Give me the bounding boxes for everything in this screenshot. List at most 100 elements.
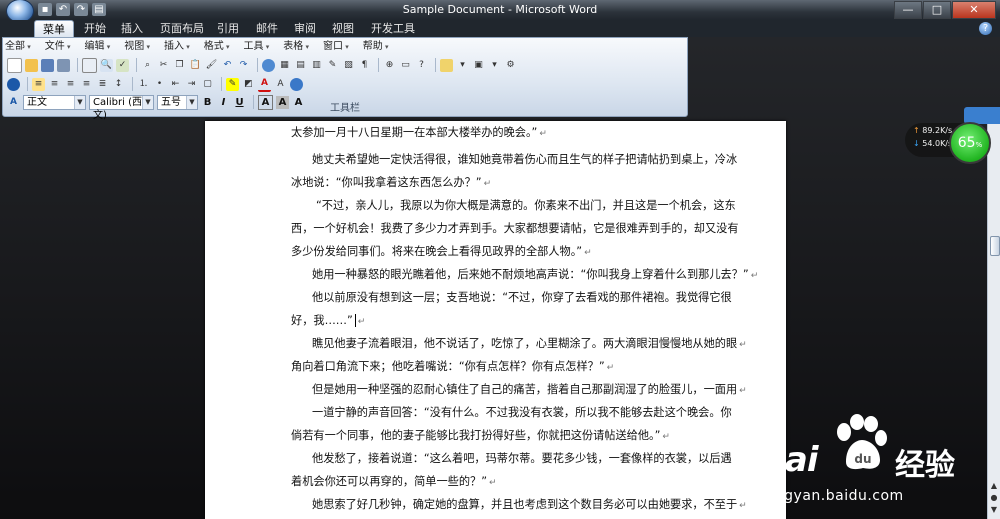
save-icon[interactable] xyxy=(41,58,54,72)
bullets-icon[interactable]: • xyxy=(153,78,166,91)
drawing-icon[interactable]: ✎ xyxy=(326,59,339,72)
menu-all[interactable]: 全部 xyxy=(5,40,31,54)
research-icon[interactable]: ⌕ xyxy=(141,59,154,72)
window-controls: — □ ✕ xyxy=(893,1,996,19)
increase-indent-icon[interactable]: ⇥ xyxy=(185,78,198,91)
align-center-icon[interactable]: ≡ xyxy=(48,78,61,91)
help-icon[interactable]: ? xyxy=(979,22,992,35)
gallery-icon[interactable]: ▣ xyxy=(472,59,485,72)
columns-icon[interactable]: ▥ xyxy=(310,59,323,72)
ribbon-tabs: 菜单 开始 插入 页面布局 引用 邮件 审阅 视图 开发工具 ? xyxy=(0,20,1000,38)
menu-table[interactable]: 表格 xyxy=(283,40,309,54)
text-line[interactable]: 一道宁静的声音回答：“没有什么。不过我没有衣裳，所以我不能够去赴这个晚会。你 xyxy=(312,404,732,420)
text-line[interactable]: 但是她用一种坚强的忍耐心镇住了自己的痛苦，揩着自己那副润湿了的脸蛋儿，一面用 ↵ xyxy=(312,381,747,397)
format-painter-icon[interactable]: 🖌 xyxy=(205,59,218,72)
print-icon[interactable] xyxy=(82,57,97,73)
window-title: Sample Document - Microsoft Word xyxy=(402,3,598,16)
text-cursor xyxy=(354,314,356,327)
tab-mailings[interactable]: 邮件 xyxy=(256,20,278,37)
text-line[interactable]: “不过，亲人儿，我原以为你大概是满意的。你素来不出门，并且这是一个机会，这东 xyxy=(316,197,736,213)
help-icon[interactable]: ? xyxy=(415,59,428,72)
tab-insert[interactable]: 插入 xyxy=(121,20,143,37)
align-right-icon[interactable]: ≡ xyxy=(64,78,77,91)
border-icon[interactable]: ▢ xyxy=(201,78,214,91)
text-line[interactable]: 他发愁了，接着说道：“这么着吧，玛蒂尔蒂。要花多少钱，一套像样的衣裳，以后遇 xyxy=(312,450,732,466)
highlight-icon[interactable]: ✎ xyxy=(226,77,239,91)
spelling-icon[interactable]: ✓ xyxy=(116,58,129,72)
text-line[interactable]: 瞧见他妻子流着眼泪，他不说话了，吃惊了，心里糊涂了。两大滴眼泪慢慢地从她的眼 ↵ xyxy=(312,335,747,351)
text-line[interactable]: 她用一种暴怒的眼光瞧着他，后来她不耐烦地高声说：“你叫我身上穿着什么到那儿去？”… xyxy=(312,266,758,282)
text-line[interactable]: 好，我……” ↵ xyxy=(291,312,365,328)
folder-icon[interactable] xyxy=(440,58,453,72)
toolbar-separator xyxy=(132,77,133,91)
text-line[interactable]: 太参加一月十八日星期一在本部大楼举办的晚会。” ↵ xyxy=(291,124,547,140)
excel-icon[interactable]: ▤ xyxy=(294,59,307,72)
tab-home[interactable]: 开始 xyxy=(84,20,106,37)
memory-gauge[interactable]: 65% xyxy=(949,122,991,164)
tab-menu[interactable]: 菜单 xyxy=(34,20,74,38)
copy-icon[interactable]: ❐ xyxy=(173,59,186,72)
toolbar-separator xyxy=(77,58,78,72)
menu-window[interactable]: 窗口 xyxy=(323,40,349,54)
globe-icon[interactable] xyxy=(7,77,20,91)
styles-icon[interactable]: ▾ xyxy=(488,59,501,72)
close-button[interactable]: ✕ xyxy=(952,1,996,19)
minimize-button[interactable]: — xyxy=(894,1,922,19)
classic-menu-bar: 全部 文件 编辑 视图 插入 格式 工具 表格 窗口 帮助 xyxy=(5,40,403,54)
toolbar-separator xyxy=(136,58,137,72)
text-line[interactable]: 角向着口角流下来；他吃着嘴说：“你有点怎样？你有点怎样？” ↵ xyxy=(291,358,614,374)
text-line[interactable]: 着机会你还可以再穿的，简单一些的？” ↵ xyxy=(291,473,497,489)
text-line[interactable]: 她思索了好几秒钟，确定她的盘算，并且也考虑到这个数目务必可以由她要求，不至于 ↵ xyxy=(312,496,747,512)
distribute-icon[interactable]: ≣ xyxy=(96,78,109,91)
save-as-icon[interactable] xyxy=(57,58,70,72)
show-marks-icon[interactable]: ¶ xyxy=(358,59,371,72)
menu-help[interactable]: 帮助 xyxy=(363,40,389,54)
text-line[interactable]: 冰地说：“你叫我拿着这东西怎么办？” ↵ xyxy=(291,174,491,190)
maximize-button[interactable]: □ xyxy=(923,1,951,19)
open-folder-icon[interactable] xyxy=(25,58,38,72)
menu-format[interactable]: 格式 xyxy=(204,40,230,54)
cut-icon[interactable]: ✂ xyxy=(157,59,170,72)
menu-view[interactable]: 视图 xyxy=(124,40,150,54)
menu-insert[interactable]: 插入 xyxy=(164,40,190,54)
menu-file[interactable]: 文件 xyxy=(45,40,71,54)
scrollbar-thumb[interactable] xyxy=(990,236,1000,256)
baidu-watermark: du Bai 经验 jingyan.baidu.com xyxy=(760,412,996,512)
tab-view[interactable]: 视图 xyxy=(332,20,354,37)
svg-text:du: du xyxy=(854,452,871,466)
document-page[interactable]: 太参加一月十八日星期一在本部大楼举办的晚会。” ↵ 她丈夫希望她一定快活得很，谁知… xyxy=(205,121,786,519)
font-color-icon[interactable]: A xyxy=(258,77,271,92)
menu-edit[interactable]: 编辑 xyxy=(85,40,111,54)
text-line[interactable]: 倘若有一个同事，他的妻子能够比我打扮得好些，你就把这份请帖送给他。” ↵ xyxy=(291,427,670,443)
text-line[interactable]: 多少份发给同事们。将来在晚会上看得见政界的全部人物。” ↵ xyxy=(291,243,592,259)
new-document-icon[interactable] xyxy=(7,57,22,73)
options-icon[interactable]: ⚙ xyxy=(504,59,517,72)
tab-developer[interactable]: 开发工具 xyxy=(371,20,415,37)
tab-review[interactable]: 审阅 xyxy=(294,20,316,37)
template-icon[interactable]: ▾ xyxy=(456,59,469,72)
char-scale-icon[interactable]: A xyxy=(274,78,287,91)
numbering-icon[interactable]: ⒈ xyxy=(137,78,150,91)
doc-map-icon[interactable]: ▧ xyxy=(342,59,355,72)
shading-icon[interactable]: ◩ xyxy=(242,78,255,91)
justify-icon[interactable]: ≡ xyxy=(80,78,93,91)
watermark-url: jingyan.baidu.com xyxy=(766,488,904,504)
text-line[interactable]: 她丈夫希望她一定快活得很，谁知她竟带着伤心而且生气的样子把请帖扔到桌上，冷冰 xyxy=(312,151,737,167)
line-spacing-icon[interactable]: ↕ xyxy=(112,78,125,91)
text-line[interactable]: 西，一个好机会！我费了多少力才弄到手。大家都想要请帖，它是很难弄到手的，却又没有 xyxy=(291,220,739,236)
print-preview-icon[interactable]: 🔍 xyxy=(100,58,113,72)
table-icon[interactable]: ▦ xyxy=(278,59,291,72)
undo-icon[interactable]: ↶ xyxy=(221,59,234,72)
align-left-icon[interactable]: ≡ xyxy=(32,77,45,91)
paste-icon[interactable]: 📋 xyxy=(189,59,202,72)
help-circle-icon[interactable] xyxy=(290,77,303,91)
zoom-icon[interactable]: ⊕ xyxy=(383,59,396,72)
tab-references[interactable]: 引用 xyxy=(217,20,239,37)
tab-page-layout[interactable]: 页面布局 xyxy=(160,20,204,37)
redo-icon[interactable]: ↷ xyxy=(237,59,250,72)
hyperlink-icon[interactable] xyxy=(262,58,275,72)
decrease-indent-icon[interactable]: ⇤ xyxy=(169,78,182,91)
menu-tools[interactable]: 工具 xyxy=(244,40,270,54)
read-icon[interactable]: ▭ xyxy=(399,59,412,72)
text-line[interactable]: 他以前原没有想到这一层；支吾地说：“不过，你穿了去看戏的那件裙袍。我觉得它很 xyxy=(312,289,732,305)
